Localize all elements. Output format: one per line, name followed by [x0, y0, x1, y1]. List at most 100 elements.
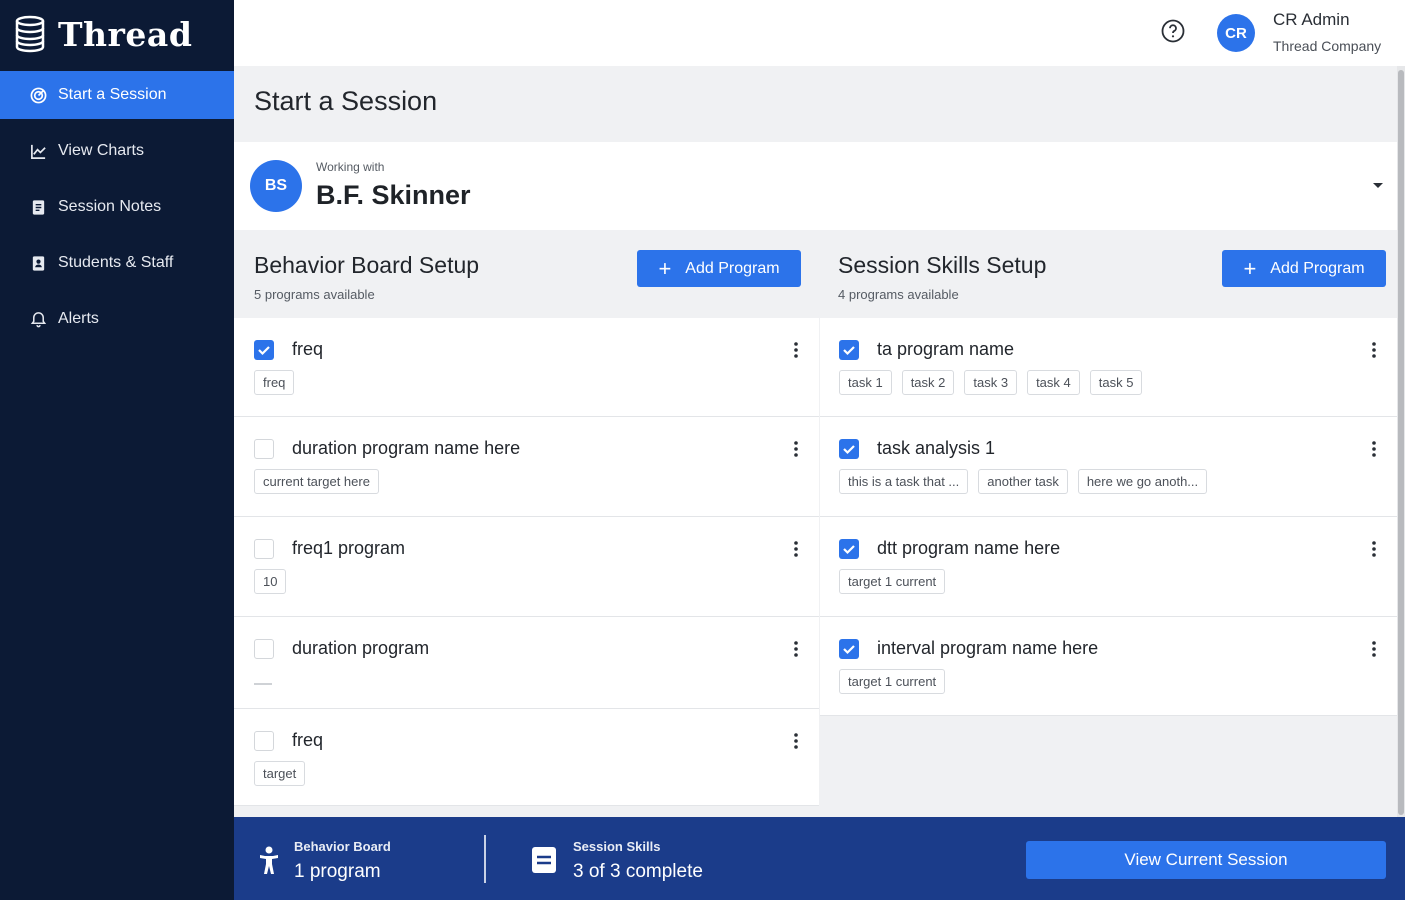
- section-subtitle: 4 programs available: [838, 287, 959, 302]
- contacts-icon: [28, 253, 48, 273]
- plus-icon: +: [658, 255, 672, 281]
- sidebar: Thread Start a Session View Charts Sessi…: [0, 0, 234, 900]
- more-vert-icon[interactable]: [793, 732, 799, 750]
- session-skills-summary-value: 3 of 3 complete: [573, 861, 703, 882]
- program-checkbox[interactable]: [254, 340, 274, 360]
- task-tag: task 1: [839, 370, 892, 395]
- program-card[interactable]: freq freq: [234, 318, 819, 417]
- sidebar-item-label: Start a Session: [58, 86, 167, 103]
- section-title: Behavior Board Setup: [254, 252, 480, 278]
- session-skills-setup: Session Skills Setup 4 programs availabl…: [820, 230, 1397, 716]
- document-icon: [28, 197, 48, 217]
- sidebar-item-view-charts[interactable]: View Charts: [0, 127, 234, 175]
- more-vert-icon[interactable]: [793, 341, 799, 359]
- program-checkbox[interactable]: [839, 439, 859, 459]
- program-card[interactable]: duration program: [234, 617, 819, 709]
- task-tag: task 5: [1089, 370, 1143, 395]
- program-checkbox[interactable]: [839, 639, 859, 659]
- task-tag: here we go anoth...: [1077, 469, 1208, 494]
- target-tag: freq: [254, 370, 295, 395]
- program-name: duration program: [292, 638, 430, 658]
- program-name: duration program name here: [292, 438, 521, 458]
- more-vert-icon[interactable]: [793, 540, 799, 558]
- program-card[interactable]: duration program name here current targe…: [234, 417, 819, 517]
- program-name: task analysis 1: [877, 438, 996, 458]
- session-summary-bar: Behavior Board 1 program Session Skills …: [234, 817, 1405, 900]
- program-checkbox[interactable]: [254, 539, 274, 559]
- sidebar-item-students-staff[interactable]: Students & Staff: [0, 239, 234, 287]
- sidebar-item-label: Session Notes: [58, 198, 162, 215]
- target-tag: target 1 current: [839, 669, 946, 694]
- empty-tag-placeholder: [254, 683, 272, 685]
- divider: [484, 835, 486, 883]
- target-tag: current target here: [254, 469, 379, 494]
- plus-icon: +: [1243, 255, 1257, 281]
- task-tag: another task: [978, 469, 1068, 494]
- bell-icon: [28, 309, 48, 329]
- program-name: ta program name: [877, 339, 1015, 359]
- brand-name: Thread: [58, 14, 193, 54]
- list-box-icon: [531, 845, 557, 875]
- section-subtitle: 5 programs available: [254, 287, 375, 302]
- sidebar-item-alerts[interactable]: Alerts: [0, 295, 234, 343]
- user-name[interactable]: CR Admin: [1273, 10, 1350, 30]
- program-checkbox[interactable]: [254, 731, 274, 751]
- student-avatar: BS: [250, 160, 302, 212]
- view-current-session-button[interactable]: View Current Session: [1026, 841, 1386, 879]
- sidebar-item-label: Students & Staff: [58, 254, 174, 271]
- program-card[interactable]: ta program name task 1 task 2 task 3 tas…: [820, 318, 1397, 417]
- more-vert-icon[interactable]: [1371, 640, 1377, 658]
- session-skills-summary-label: Session Skills: [573, 839, 661, 854]
- section-header: Behavior Board Setup 5 programs availabl…: [234, 230, 819, 318]
- sidebar-item-label: Alerts: [58, 310, 99, 327]
- caret-down-icon[interactable]: [1371, 178, 1385, 188]
- sidebar-item-start-session[interactable]: Start a Session: [0, 71, 234, 119]
- program-name: interval program name here: [877, 638, 1099, 658]
- program-checkbox[interactable]: [254, 639, 274, 659]
- sidebar-item-label: View Charts: [58, 142, 144, 159]
- section-header: Session Skills Setup 4 programs availabl…: [820, 230, 1397, 318]
- more-vert-icon[interactable]: [1371, 440, 1377, 458]
- target-icon: [28, 85, 48, 105]
- behavior-board-summary-label: Behavior Board: [294, 839, 391, 854]
- more-vert-icon[interactable]: [793, 640, 799, 658]
- working-with-label: Working with: [316, 160, 385, 174]
- behavior-board-summary-value: 1 program: [294, 861, 381, 882]
- task-tag: task 2: [901, 370, 955, 395]
- more-vert-icon[interactable]: [793, 440, 799, 458]
- task-tag: task 4: [1027, 370, 1080, 395]
- page-title: Start a Session: [254, 86, 438, 116]
- program-card[interactable]: task analysis 1 this is a task that ... …: [820, 417, 1397, 517]
- program-name: freq: [292, 730, 324, 750]
- program-checkbox[interactable]: [839, 539, 859, 559]
- add-program-button[interactable]: + Add Program: [637, 250, 801, 287]
- more-vert-icon[interactable]: [1371, 341, 1377, 359]
- topbar: CR CR Admin Thread Company: [234, 0, 1405, 66]
- more-vert-icon[interactable]: [1371, 540, 1377, 558]
- program-checkbox[interactable]: [254, 439, 274, 459]
- task-tag: task 3: [964, 370, 1018, 395]
- scrollbar-thumb[interactable]: [1398, 70, 1404, 815]
- help-circle-icon[interactable]: [1161, 19, 1185, 43]
- person-icon: [256, 845, 282, 875]
- user-company: Thread Company: [1273, 38, 1382, 54]
- thread-logo-icon: [14, 15, 46, 53]
- brand[interactable]: Thread: [0, 0, 234, 68]
- program-card[interactable]: freq target: [234, 709, 819, 806]
- program-card[interactable]: dtt program name here target 1 current: [820, 517, 1397, 617]
- target-tag: target 1 current: [839, 569, 946, 594]
- program-card[interactable]: interval program name here target 1 curr…: [820, 617, 1397, 716]
- working-with-selector[interactable]: BS Working with B.F. Skinner: [234, 142, 1397, 230]
- program-checkbox[interactable]: [839, 340, 859, 360]
- student-name: B.F. Skinner: [316, 180, 471, 210]
- avatar[interactable]: CR: [1217, 14, 1255, 52]
- program-card[interactable]: freq1 program 10: [234, 517, 819, 617]
- sidebar-item-session-notes[interactable]: Session Notes: [0, 183, 234, 231]
- target-tag: target: [254, 761, 306, 786]
- behavior-board-setup: Behavior Board Setup 5 programs availabl…: [234, 230, 819, 806]
- section-title: Session Skills Setup: [838, 252, 1047, 278]
- add-program-button[interactable]: + Add Program: [1222, 250, 1386, 287]
- add-program-label: Add Program: [685, 259, 780, 277]
- chart-line-icon: [28, 141, 48, 161]
- add-program-label: Add Program: [1270, 259, 1365, 277]
